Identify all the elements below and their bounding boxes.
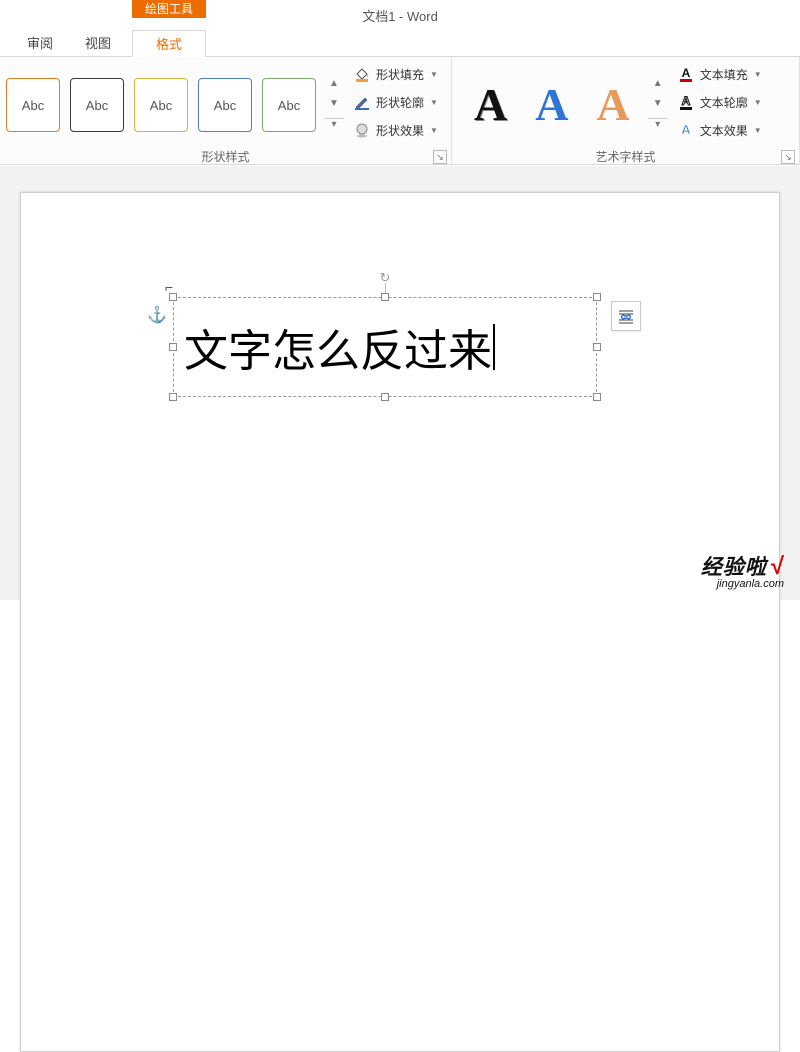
- gallery-expand-icon[interactable]: ▾: [324, 118, 344, 132]
- shape-style-option[interactable]: Abc: [70, 78, 124, 132]
- scroll-down-icon[interactable]: ▼: [648, 98, 668, 112]
- text-fill-label: 文本填充: [700, 66, 748, 83]
- shape-effects-label: 形状效果: [376, 122, 424, 139]
- pen-icon: [352, 92, 372, 112]
- watermark-main: 经验啦: [701, 556, 767, 579]
- textbox-content[interactable]: 文字怎么反过来: [174, 298, 596, 396]
- tab-format[interactable]: 格式: [132, 30, 206, 57]
- scroll-up-icon[interactable]: ▲: [324, 78, 344, 92]
- shape-format-menu: 形状填充 ▼ 形状轮廓 ▼ 形状效果 ▼: [346, 57, 444, 147]
- group-shape-styles: Abc Abc Abc Abc Abc ▲ ▼ ▾ 形状填充 ▼: [0, 57, 452, 164]
- svg-text:A: A: [681, 94, 690, 108]
- ribbon: Abc Abc Abc Abc Abc ▲ ▼ ▾ 形状填充 ▼: [0, 57, 800, 165]
- text-cursor: [493, 324, 495, 370]
- text-effects-label: 文本效果: [700, 122, 748, 139]
- watermark: 经验啦√ jingyanla.com: [701, 551, 784, 590]
- shape-style-option[interactable]: Abc: [262, 78, 316, 132]
- textbox-selection[interactable]: ⌐ ⚓ ↻ 文字怎么反过来: [173, 297, 597, 397]
- gallery-expand-icon[interactable]: ▾: [648, 118, 668, 132]
- text-effects-button[interactable]: A 文本效果 ▼: [676, 117, 762, 143]
- text-outline-button[interactable]: A 文本轮廓 ▼: [676, 89, 762, 115]
- tab-view[interactable]: 视图: [76, 30, 120, 57]
- text-fill-icon: A: [676, 64, 696, 84]
- window-title: 文档1 - Word: [0, 6, 800, 25]
- textbox-text: 文字怎么反过来: [184, 315, 492, 379]
- gallery-scroll[interactable]: ▲ ▼ ▾: [324, 63, 344, 147]
- shape-style-option[interactable]: Abc: [134, 78, 188, 132]
- chevron-down-icon: ▼: [754, 126, 762, 135]
- text-effects-icon: A: [676, 120, 696, 140]
- anchor-icon: ⚓: [147, 305, 167, 325]
- group-label-wordart-styles: 艺术字样式: [452, 147, 799, 167]
- text-outline-label: 文本轮廓: [700, 94, 748, 111]
- shape-outline-label: 形状轮廓: [376, 94, 424, 111]
- tab-review[interactable]: 审阅: [18, 30, 62, 57]
- layout-options-button[interactable]: [611, 301, 641, 331]
- chevron-down-icon: ▼: [754, 98, 762, 107]
- shape-fill-button[interactable]: 形状填充 ▼: [352, 61, 438, 87]
- dialog-launcher-icon[interactable]: [433, 150, 447, 164]
- shape-style-option[interactable]: Abc: [6, 78, 60, 132]
- rotate-handle[interactable]: ↻: [376, 269, 394, 287]
- chevron-down-icon: ▼: [430, 70, 438, 79]
- check-icon: √: [771, 553, 784, 580]
- bucket-icon: [352, 64, 372, 84]
- chevron-down-icon: ▼: [754, 70, 762, 79]
- group-label-shape-styles: 形状样式: [0, 147, 451, 167]
- wordart-option[interactable]: A: [596, 82, 629, 128]
- shape-fill-label: 形状填充: [376, 66, 424, 83]
- layout-options-icon: [616, 306, 636, 326]
- document-area: ⌐ ⚓ ↻ 文字怎么反过来: [0, 166, 800, 600]
- wordart-option[interactable]: A: [474, 82, 507, 128]
- svg-text:A: A: [681, 66, 690, 80]
- wordart-option[interactable]: A: [535, 82, 568, 128]
- title-bar: 绘图工具 文档1 - Word: [0, 0, 800, 30]
- text-format-menu: A 文本填充 ▼ A 文本轮廓 ▼ A 文本效果: [670, 57, 768, 147]
- effects-icon: [352, 120, 372, 140]
- group-wordart-styles: A A A ▲ ▼ ▾ A 文本填充 ▼ A: [452, 57, 800, 164]
- chevron-down-icon: ▼: [430, 126, 438, 135]
- chevron-down-icon: ▼: [430, 98, 438, 107]
- wordart-gallery-scroll[interactable]: ▲ ▼ ▾: [648, 63, 668, 147]
- shape-style-gallery[interactable]: Abc Abc Abc Abc Abc: [0, 72, 324, 132]
- shape-outline-button[interactable]: 形状轮廓 ▼: [352, 89, 438, 115]
- shape-style-option[interactable]: Abc: [198, 78, 252, 132]
- ribbon-tabs: 审阅 视图 格式: [0, 30, 800, 57]
- dialog-launcher-icon[interactable]: [781, 150, 795, 164]
- shape-effects-button[interactable]: 形状效果 ▼: [352, 117, 438, 143]
- scroll-down-icon[interactable]: ▼: [324, 98, 344, 112]
- page[interactable]: ⌐ ⚓ ↻ 文字怎么反过来: [20, 192, 780, 1052]
- text-outline-icon: A: [676, 92, 696, 112]
- text-fill-button[interactable]: A 文本填充 ▼: [676, 61, 762, 87]
- wordart-gallery[interactable]: A A A: [452, 76, 648, 128]
- svg-text:A: A: [681, 122, 691, 137]
- scroll-up-icon[interactable]: ▲: [648, 78, 668, 92]
